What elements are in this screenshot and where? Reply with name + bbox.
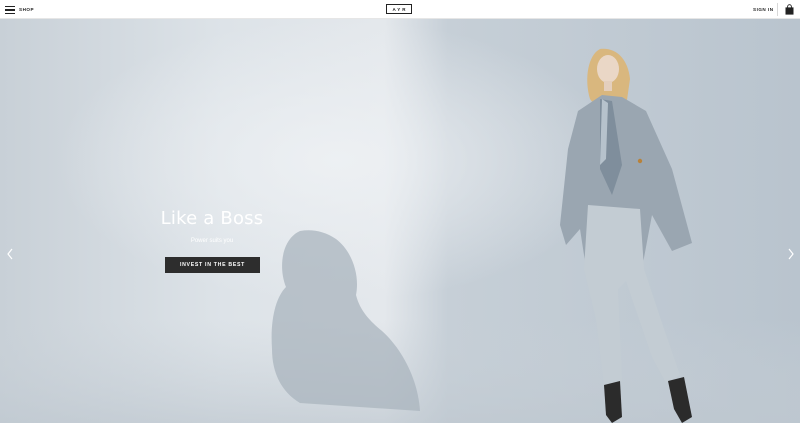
hero-subline: Power suits you: [190, 238, 234, 244]
shop-menu-button[interactable]: SHOP: [5, 5, 34, 15]
brand-logo[interactable]: AYR: [386, 4, 412, 14]
sign-in-link[interactable]: SIGN IN: [753, 5, 774, 15]
shop-menu-label[interactable]: SHOP: [19, 5, 34, 15]
hero-banner: [0, 19, 800, 423]
shopping-bag-icon[interactable]: [785, 4, 794, 15]
chevron-right-icon[interactable]: [786, 247, 796, 261]
hero-headline: Like a Boss: [160, 208, 264, 229]
top-navigation-bar: SHOP AYR SIGN IN: [0, 0, 800, 19]
invest-in-the-best-button[interactable]: INVEST IN THE BEST: [165, 257, 260, 273]
hero-image: [0, 19, 800, 423]
chevron-left-icon[interactable]: [5, 247, 15, 261]
header-divider: [777, 3, 778, 16]
menu-icon[interactable]: [5, 6, 15, 14]
